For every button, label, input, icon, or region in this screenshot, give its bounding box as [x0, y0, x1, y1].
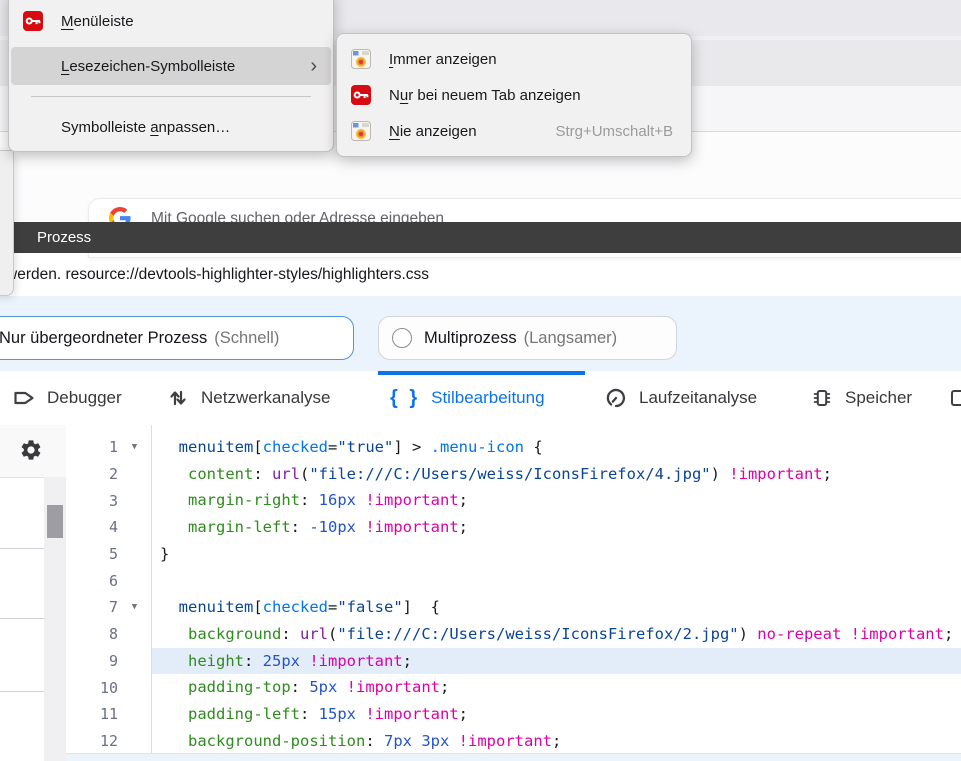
gutter-line-number[interactable]: 5 [66, 541, 151, 568]
stylesheet-list-pane [0, 425, 67, 761]
menu-item-label: Symbolleiste anpassen… [61, 119, 230, 136]
fold-arrow-icon[interactable]: ▼ [118, 602, 151, 612]
submenu-chevron-icon: › [310, 56, 317, 76]
menu-item-label: Lesezeichen-Symbolleiste [61, 58, 235, 75]
bookmarks-toolbar-submenu: Immer anzeigen Nur bei neuem Tab anzeige… [336, 33, 692, 157]
tab-label: Speicher [845, 388, 912, 408]
editor-bottom-scrollbar[interactable] [66, 753, 961, 761]
tab-partial[interactable] [948, 371, 961, 425]
process-dialog-message: werden. resource://devtools-highlighter-… [6, 266, 956, 284]
menu-item-label: Immer anzeigen [389, 51, 497, 68]
screenshot-root: Mit Google suchen oder Adresse eingeben … [0, 0, 961, 761]
braces-icon: { } [390, 387, 420, 410]
fold-arrow-icon[interactable]: ▼ [118, 442, 151, 452]
tab-speicher[interactable]: Speicher [810, 371, 912, 425]
code-line[interactable]: } [152, 541, 961, 568]
menu-item-bookmarks-toolbar[interactable]: Lesezeichen-Symbolleiste › [11, 47, 331, 85]
toolbar-context-menu: Menüleiste Lesezeichen-Symbolleiste › Sy… [8, 0, 334, 152]
gutter-line-number[interactable]: 2 [66, 461, 151, 488]
option-hint: (Langsamer) [524, 329, 618, 348]
code-line[interactable]: padding-left: 15px !important; [152, 701, 961, 728]
process-window-titlebar: Prozess [13, 222, 961, 253]
menu-item-customize-toolbar[interactable]: Symbolleiste anpassen… [11, 109, 331, 145]
code-line[interactable]: menuitem[checked="false"] { [152, 594, 961, 621]
gear-icon[interactable] [19, 438, 43, 462]
menu-item-label: Nie anzeigen [389, 123, 477, 140]
network-icon [166, 386, 190, 410]
tab-label: Netzwerkanalyse [201, 388, 330, 408]
menu-item-shortcut: Strg+Umschalt+B [555, 123, 673, 140]
option-hint: (Schnell) [214, 329, 279, 348]
memory-icon [810, 386, 834, 410]
code-line[interactable]: menuitem[checked="true"] > .menu-icon { [152, 434, 961, 461]
code-line[interactable]: background: url("file:///C:/Users/weiss/… [152, 621, 961, 648]
gutter-line-number[interactable]: 4 [66, 514, 151, 541]
gutter-line-number[interactable]: 8 [66, 621, 151, 648]
process-options-strip: Nur übergeordneter Prozess (Schnell) Mul… [0, 296, 961, 371]
menu-item-label: Nur bei neuem Tab anzeigen [389, 87, 581, 104]
gutter-line-number[interactable]: 6 [66, 567, 151, 594]
menu-item-menubar[interactable]: Menüleiste [11, 3, 331, 39]
key-icon [351, 85, 371, 105]
gutter-line-number[interactable]: 12 [66, 728, 151, 755]
tab-label: Debugger [47, 388, 122, 408]
gutter-line-number[interactable]: 7▼ [66, 594, 151, 621]
tab-label: Stilbearbeitung [431, 388, 544, 408]
code-line[interactable]: background-position: 7px 3px !important; [152, 728, 961, 755]
debugger-icon [12, 386, 36, 410]
option-label: Nur übergeordneter Prozess [0, 329, 207, 348]
stylesheet-list-scrollbar[interactable] [44, 477, 66, 761]
process-window-title: Prozess [37, 222, 91, 253]
scrollbar-thumb[interactable] [47, 505, 63, 538]
code-line[interactable]: height: 25px !important; [152, 648, 961, 675]
devtools-tabbar: Debugger Netzwerkanalyse { } Stilbearbei… [0, 371, 961, 426]
tab-label: Laufzeitanalyse [639, 388, 757, 408]
key-icon [23, 11, 43, 31]
code-line[interactable]: margin-right: 16px !important; [152, 487, 961, 514]
list-separator [0, 618, 44, 619]
menu-item-label: Menüleiste [61, 13, 134, 30]
image-icon [351, 121, 371, 141]
tab-laufzeitanalyse[interactable]: Laufzeitanalyse [604, 371, 757, 425]
menu-item-always-show[interactable]: Immer anzeigen [339, 41, 689, 77]
gutter-line-number[interactable]: 11 [66, 701, 151, 728]
radio-unchecked-icon[interactable] [392, 328, 412, 348]
tab-stilbearbeitung[interactable]: { } Stilbearbeitung [390, 371, 545, 425]
tab-netzwerkanalyse[interactable]: Netzwerkanalyse [166, 371, 330, 425]
code-line[interactable]: content: url("file:///C:/Users/weiss/Ico… [152, 461, 961, 488]
stylesheet-pane-header [0, 425, 66, 478]
code-editor-content[interactable]: menuitem[checked="true"] > .menu-icon { … [152, 425, 961, 761]
style-editor: 1▼234567▼89101112 menuitem[checked="true… [0, 425, 961, 761]
menu-item-show-on-new-tab[interactable]: Nur bei neuem Tab anzeigen [339, 77, 689, 113]
gutter-line-number[interactable]: 1▼ [66, 434, 151, 461]
list-separator [0, 548, 44, 549]
code-line[interactable] [152, 567, 961, 594]
gutter-line-number[interactable]: 10 [66, 674, 151, 701]
tab-debugger[interactable]: Debugger [12, 371, 122, 425]
gutter-line-number[interactable]: 3 [66, 487, 151, 514]
image-icon [351, 49, 371, 69]
popup-panel-edge [0, 150, 14, 296]
code-line[interactable]: padding-top: 5px !important; [152, 674, 961, 701]
performance-icon [604, 386, 628, 410]
line-number-gutter: 1▼234567▼89101112 [66, 425, 152, 761]
menu-item-never-show[interactable]: Nie anzeigen Strg+Umschalt+B [339, 113, 689, 149]
code-line[interactable]: margin-left: -10px !important; [152, 514, 961, 541]
gutter-line-number[interactable]: 9 [66, 648, 151, 675]
panel-icon [948, 386, 961, 410]
option-parent-process[interactable]: Nur übergeordneter Prozess (Schnell) [0, 316, 354, 360]
option-multiprocess[interactable]: Multiprozess (Langsamer) [378, 316, 677, 360]
option-label: Multiprozess [424, 329, 517, 348]
menu-separator [31, 96, 311, 97]
list-separator [0, 691, 44, 692]
